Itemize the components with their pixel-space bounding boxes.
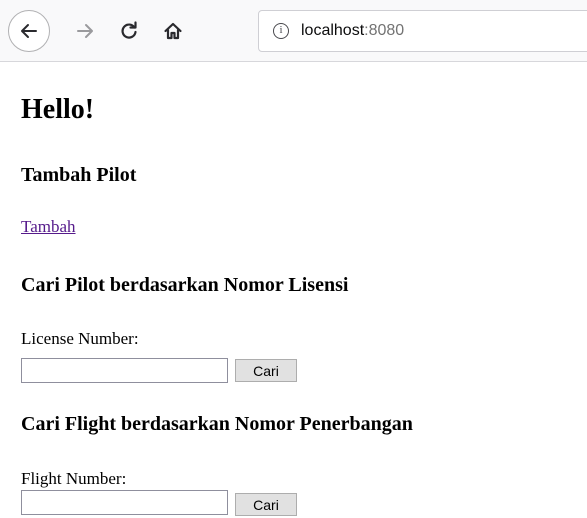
reload-icon [121, 21, 137, 39]
license-search-heading: Cari Pilot berdasarkan Nomor Lisensi [21, 274, 349, 296]
back-button[interactable] [8, 10, 50, 52]
license-number-label: License Number: [21, 329, 139, 348]
license-number-input[interactable] [21, 358, 228, 383]
back-arrow-icon [21, 24, 37, 38]
forward-button[interactable] [70, 16, 100, 46]
home-button[interactable] [158, 16, 188, 46]
url-bar[interactable]: i localhost:8080 [258, 10, 587, 52]
tambah-pilot-heading: Tambah Pilot [21, 164, 137, 186]
reload-button[interactable] [114, 16, 144, 46]
info-icon[interactable]: i [273, 23, 289, 39]
tambah-link[interactable]: Tambah [21, 217, 76, 237]
flight-search-button[interactable]: Cari [235, 493, 297, 516]
license-search-button[interactable]: Cari [235, 359, 297, 382]
browser-toolbar: i localhost:8080 [0, 0, 587, 62]
forward-arrow-icon [77, 24, 93, 38]
page-title: Hello! [21, 94, 95, 125]
flight-number-label: Flight Number: [21, 469, 127, 488]
url-text[interactable]: localhost:8080 [301, 21, 404, 41]
flight-search-heading: Cari Flight berdasarkan Nomor Penerbanga… [21, 413, 413, 435]
url-host: localhost [301, 22, 365, 39]
flight-number-input[interactable] [21, 490, 228, 515]
home-icon [164, 22, 182, 40]
url-port: :8080 [364, 22, 405, 39]
